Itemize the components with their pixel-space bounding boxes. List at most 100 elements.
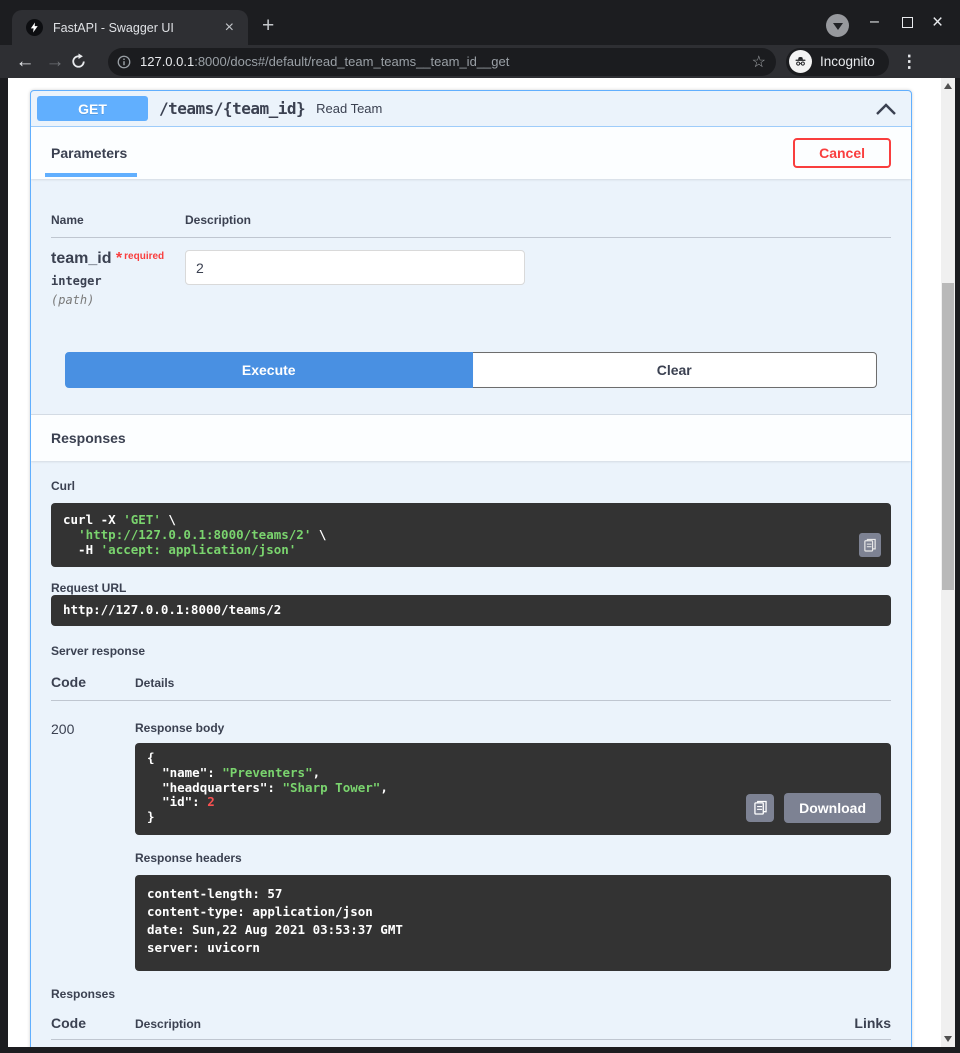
json-comma: , [380, 780, 388, 795]
column-details: Details [135, 676, 174, 690]
parameters-section-header: Parameters Cancel [31, 127, 911, 179]
server-response-row: 200 Response body { "name": "Preventers"… [51, 701, 891, 971]
json-sep: : [207, 765, 222, 780]
incognito-label: Incognito [820, 54, 875, 69]
browser-tab[interactable]: FastAPI - Swagger UI × [12, 10, 248, 45]
execute-button-group: Execute Clear [31, 307, 911, 415]
parameter-row-team-id: team_id *required integer (path) [51, 238, 891, 307]
response-header-line: server: uvicorn [147, 939, 879, 957]
response-body-block: { "name": "Preventers", "headquarters": … [135, 743, 891, 835]
bookmark-star-icon[interactable]: ☆ [752, 52, 766, 72]
curl-line-2: 'http://127.0.0.1:8000/teams/2' \ [63, 528, 879, 543]
download-button[interactable]: Download [784, 793, 881, 823]
scrollbar-up-icon[interactable] [941, 80, 955, 92]
responses-body: Curl curl -X 'GET' \ 'http://127.0.0.1:8… [31, 461, 911, 1047]
response-header-line: date: Sun,22 Aug 2021 03:53:37 GMT [147, 921, 879, 939]
curl-command-block: curl -X 'GET' \ 'http://127.0.0.1:8000/t… [51, 503, 891, 567]
cancel-button[interactable]: Cancel [793, 138, 891, 168]
http-method-badge: GET [37, 96, 148, 121]
browser-update-icon[interactable] [826, 14, 849, 37]
reload-icon[interactable] [70, 53, 100, 70]
json-sep: : [267, 780, 282, 795]
responses-section-header: Responses [31, 415, 911, 461]
documented-responses-label: Responses [51, 987, 891, 1001]
response-header-line: content-length: 57 [147, 885, 879, 903]
request-url-text: http://127.0.0.1:8000/teams/2 [63, 603, 879, 618]
window-minimize-button[interactable]: – [870, 14, 879, 30]
request-url-label: Request URL [51, 581, 891, 595]
up-triangle-icon [944, 83, 952, 89]
column-description: Description [185, 213, 891, 227]
server-response-label: Server response [51, 644, 891, 658]
incognito-icon [789, 50, 812, 73]
json-string-value: "Preventers" [222, 765, 312, 780]
parameter-type: integer [51, 274, 185, 288]
window-maximize-button[interactable] [902, 17, 913, 28]
response-header-line: content-type: application/json [147, 903, 879, 921]
required-label: required [124, 251, 164, 262]
curl-text: \ [311, 527, 326, 542]
browser-menu-icon[interactable]: ⋮ [901, 52, 918, 72]
json-indent [147, 765, 162, 780]
json-indent [147, 794, 162, 809]
browser-tab-strip: FastAPI - Swagger UI × + – × [0, 0, 960, 45]
curl-text [63, 527, 78, 542]
team-id-input[interactable] [185, 250, 525, 285]
request-url-block: http://127.0.0.1:8000/teams/2 [51, 595, 891, 626]
page-viewport: GET /teams/{team_id} Read Team Parameter… [8, 78, 941, 1047]
new-tab-icon[interactable]: + [262, 15, 274, 36]
json-indent [147, 780, 162, 795]
json-number-value: 2 [207, 794, 215, 809]
response-body-label: Response body [135, 721, 891, 735]
tab-parameters[interactable]: Parameters [51, 145, 127, 161]
json-key: "name" [162, 765, 207, 780]
window-close-button[interactable]: × [932, 13, 943, 32]
forward-icon[interactable]: → [40, 52, 70, 71]
column-code: Code [51, 674, 135, 690]
curl-string: 'accept: application/json' [101, 542, 297, 557]
server-response-table-header: Code Details [51, 658, 891, 701]
json-sep: : [192, 794, 207, 809]
collapse-chevron-up-icon[interactable] [875, 102, 897, 116]
response-status-code: 200 [51, 721, 135, 971]
scrollbar-thumb[interactable] [942, 283, 954, 590]
curl-text: curl -X [63, 512, 123, 527]
down-triangle-icon [944, 1036, 952, 1042]
parameter-name-cell: team_id *required integer (path) [51, 250, 185, 307]
curl-line-1: curl -X 'GET' \ [63, 513, 879, 528]
url-bar[interactable]: 127.0.0.1:8000/docs#/default/read_team_t… [108, 48, 776, 76]
endpoint-path: /teams/{team_id} [159, 99, 305, 118]
parameter-location: (path) [51, 293, 185, 307]
json-key: "headquarters" [162, 780, 267, 795]
response-details-cell: Response body { "name": "Preventers", "h… [135, 721, 891, 971]
copy-response-icon[interactable] [746, 794, 774, 822]
url-text[interactable]: 127.0.0.1:8000/docs#/default/read_team_t… [140, 54, 752, 69]
fastapi-favicon-icon [26, 19, 43, 36]
required-asterisk: * [116, 250, 122, 267]
execute-button[interactable]: Execute [65, 352, 473, 388]
incognito-badge: Incognito [786, 48, 889, 76]
json-comma: , [313, 765, 321, 780]
documented-responses-header: Code Description Links [51, 1001, 891, 1040]
url-path: :8000/docs#/default/read_team_teams__tea… [194, 54, 509, 69]
curl-text: \ [161, 512, 176, 527]
clear-button[interactable]: Clear [473, 352, 878, 388]
endpoint-summary: Read Team [316, 101, 875, 116]
scrollbar-down-icon[interactable] [941, 1033, 955, 1045]
documented-response-row: 200 Successful Response No links [51, 1040, 891, 1047]
response-headers-block: content-length: 57 content-type: applica… [135, 875, 891, 972]
curl-text: -H [63, 542, 101, 557]
parameters-table: Name Description team_id *required integ… [31, 179, 911, 307]
site-info-icon[interactable] [116, 54, 132, 70]
copy-curl-icon[interactable] [859, 533, 881, 557]
curl-string: 'http://127.0.0.1:8000/teams/2' [78, 527, 311, 542]
tab-close-icon[interactable]: × [219, 18, 240, 38]
page-scrollbar[interactable] [941, 78, 955, 1047]
column-links: Links [771, 1015, 891, 1031]
column-name: Name [51, 213, 185, 227]
opblock-get-teams: GET /teams/{team_id} Read Team Parameter… [30, 90, 912, 1047]
responses-title: Responses [51, 430, 126, 446]
parameters-table-header: Name Description [51, 195, 891, 238]
opblock-summary[interactable]: GET /teams/{team_id} Read Team [31, 91, 911, 127]
back-icon[interactable]: ← [10, 52, 40, 71]
